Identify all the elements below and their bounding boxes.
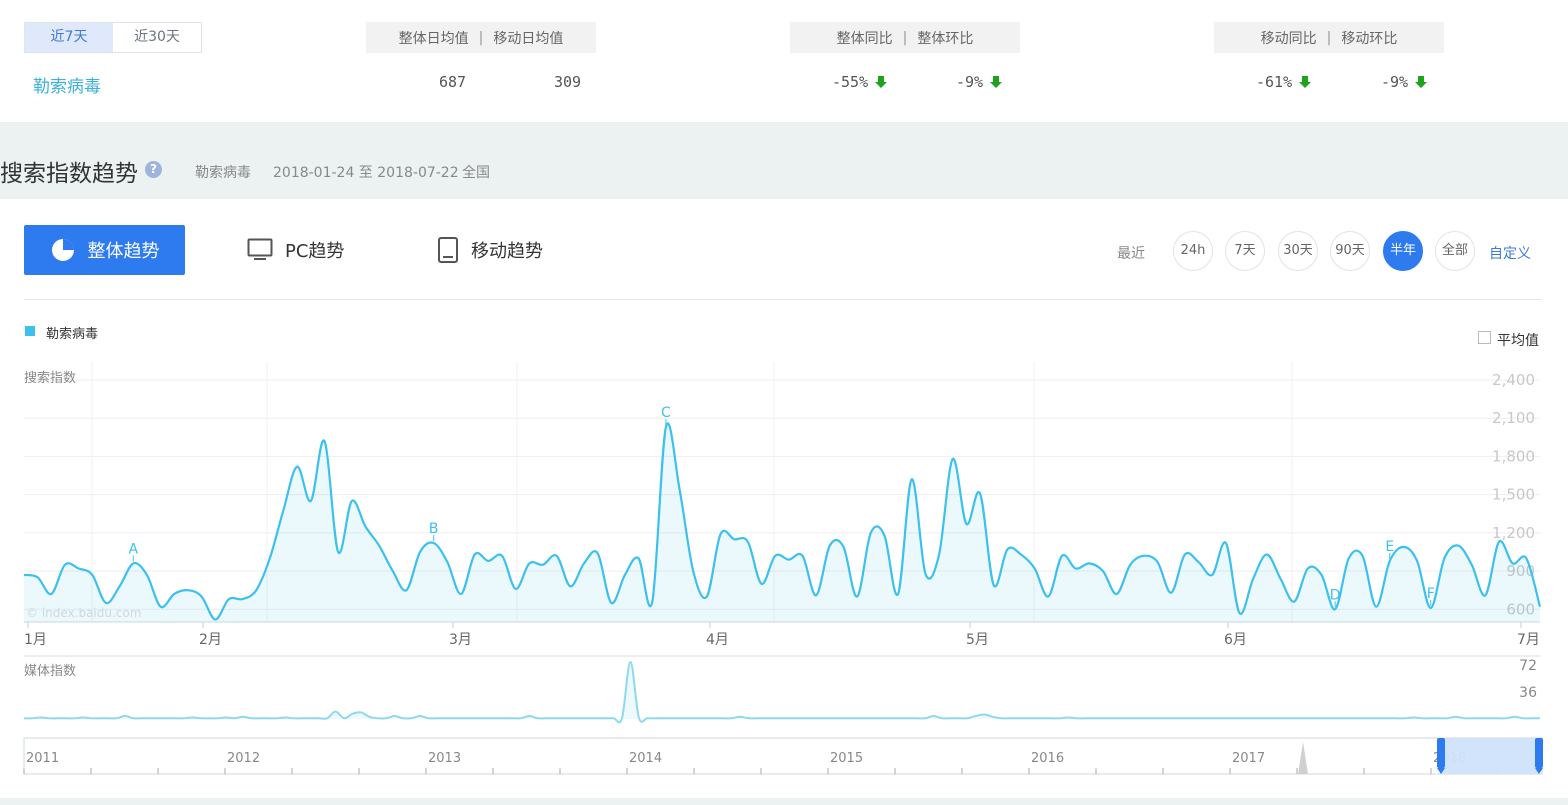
media-index-chart[interactable]: 36 72 xyxy=(0,655,1568,725)
section-title: 搜索指数趋势 xyxy=(0,161,138,187)
section-keyword: 勒索病毒 xyxy=(195,165,251,181)
keyword-link[interactable]: 勒索病毒 xyxy=(33,72,101,97)
y-tick-label: 2,100 xyxy=(1492,409,1535,427)
navigator-year-label: 2015 xyxy=(830,751,863,766)
navigator-year-label: 2013 xyxy=(428,751,461,766)
average-label[interactable]: 平均值 xyxy=(1497,330,1539,350)
arrow-down-icon xyxy=(1299,76,1312,88)
panel-divider xyxy=(24,299,1542,300)
overall-yoy-value: -55% xyxy=(832,73,888,91)
mobile-yoy-label: 移动同比 xyxy=(1260,30,1317,47)
range-tab-7d[interactable]: 近7天 xyxy=(25,23,113,52)
media-line xyxy=(23,660,1540,724)
bottom-strip xyxy=(0,798,1568,805)
overall-mom-value: -9% xyxy=(956,73,1003,91)
x-tick-label: 7月 xyxy=(1517,632,1540,648)
navigator-year-label: 2011 xyxy=(26,751,59,766)
arrow-down-icon xyxy=(1415,76,1428,88)
range-tab-30d[interactable]: 近30天 xyxy=(113,23,201,52)
navigator-selection xyxy=(1441,738,1539,774)
pie-chart-icon xyxy=(51,239,74,261)
avg-header: 整体日均值 | 移动日均值 xyxy=(366,22,596,53)
mobile-mom-label: 移动环比 xyxy=(1341,30,1398,47)
period-7d[interactable]: 7天 xyxy=(1225,231,1265,271)
media-area xyxy=(24,661,1540,723)
x-tick-label: 2月 xyxy=(199,632,222,648)
media-y-tick-label: 72 xyxy=(1519,658,1537,674)
monitor-icon xyxy=(247,238,273,260)
series-area xyxy=(24,423,1540,622)
x-tick-label: 1月 xyxy=(24,632,47,648)
mobile-mom-value: -9% xyxy=(1381,73,1428,91)
y-tick-label: 1,800 xyxy=(1492,447,1535,465)
overall-avg-label: 整体日均值 xyxy=(398,30,469,47)
section-date-range: 2018-01-24 至 2018-07-22 xyxy=(273,165,459,181)
arrow-down-icon xyxy=(990,76,1003,88)
timeline-navigator[interactable]: 20112012201320142015201620172018 xyxy=(0,730,1568,780)
x-tick-label: 6月 xyxy=(1224,632,1247,648)
average-checkbox[interactable] xyxy=(1478,331,1491,344)
search-index-chart[interactable]: 6009001,2001,5001,8002,1002,4001月 2月 3月 4月 5… xyxy=(0,360,1568,655)
tab-overall-trend[interactable]: 整体趋势 xyxy=(24,225,185,275)
x-tick-label: 4月 xyxy=(706,632,729,648)
navigator-year-label: 2016 xyxy=(1031,751,1064,766)
overall-yoy-label: 整体同比 xyxy=(836,30,893,47)
annotation-label-d: D xyxy=(1330,587,1341,603)
overall-mom-label: 整体环比 xyxy=(917,30,974,47)
y-tick-label: 2,400 xyxy=(1492,371,1535,389)
tab-pc-trend[interactable]: PC趋势 xyxy=(247,237,344,263)
overall-compare-header: 整体同比 | 整体环比 xyxy=(790,22,1020,53)
custom-range-link[interactable]: 自定义 xyxy=(1489,243,1531,263)
media-y-tick-label: 36 xyxy=(1519,685,1537,701)
mobile-avg-value: 309 xyxy=(554,73,582,91)
stats-bar: 近7天 近30天 勒索病毒 整体日均值 | 移动日均值 687 309 整体同比… xyxy=(0,0,1568,122)
navigator-year-label: 2012 xyxy=(227,751,260,766)
navigator-handle-left xyxy=(1437,738,1445,768)
mobile-compare-header: 移动同比 | 移动环比 xyxy=(1214,22,1444,53)
period-all[interactable]: 全部 xyxy=(1435,231,1475,271)
legend-label: 勒索病毒 xyxy=(46,327,99,342)
x-tick-label: 5月 xyxy=(966,632,989,648)
period-half-year[interactable]: 半年 xyxy=(1383,231,1423,271)
navigator-year-label: 2014 xyxy=(629,751,662,766)
y-tick-label: 1,200 xyxy=(1492,524,1535,542)
tablet-icon xyxy=(438,237,458,263)
period-90d[interactable]: 90天 xyxy=(1330,231,1370,271)
search-index-axis-title: 搜索指数 xyxy=(24,371,77,386)
legend-swatch xyxy=(25,326,35,336)
watermark: © index.baidu.com xyxy=(26,606,141,620)
section-header-band xyxy=(0,122,1568,199)
section-region: 全国 xyxy=(462,165,490,181)
y-tick-label: 1,500 xyxy=(1492,486,1535,504)
recent-label: 最近 xyxy=(1117,246,1145,262)
arrow-down-icon xyxy=(875,76,888,88)
navigator-year-label: 2017 xyxy=(1232,751,1265,766)
annotation-label-b: B xyxy=(429,521,439,537)
period-30d[interactable]: 30天 xyxy=(1278,231,1318,271)
help-icon[interactable]: ? xyxy=(145,161,162,178)
mobile-yoy-value: -61% xyxy=(1256,73,1312,91)
navigator-handle-right xyxy=(1535,738,1543,768)
range-tabs: 近7天 近30天 xyxy=(24,22,202,53)
annotation-label-c: C xyxy=(661,405,671,421)
annotation-label-e: E xyxy=(1385,539,1394,555)
period-24h[interactable]: 24h xyxy=(1173,231,1213,271)
tab-mobile-trend[interactable]: 移动趋势 xyxy=(437,237,543,263)
media-index-axis-title: 媒体指数 xyxy=(24,664,77,679)
x-tick-label: 3月 xyxy=(449,632,472,648)
mobile-avg-label: 移动日均值 xyxy=(493,30,564,47)
annotation-label-a: A xyxy=(128,541,138,557)
overall-avg-value: 687 xyxy=(439,73,467,91)
annotation-label-f: F xyxy=(1427,586,1435,602)
